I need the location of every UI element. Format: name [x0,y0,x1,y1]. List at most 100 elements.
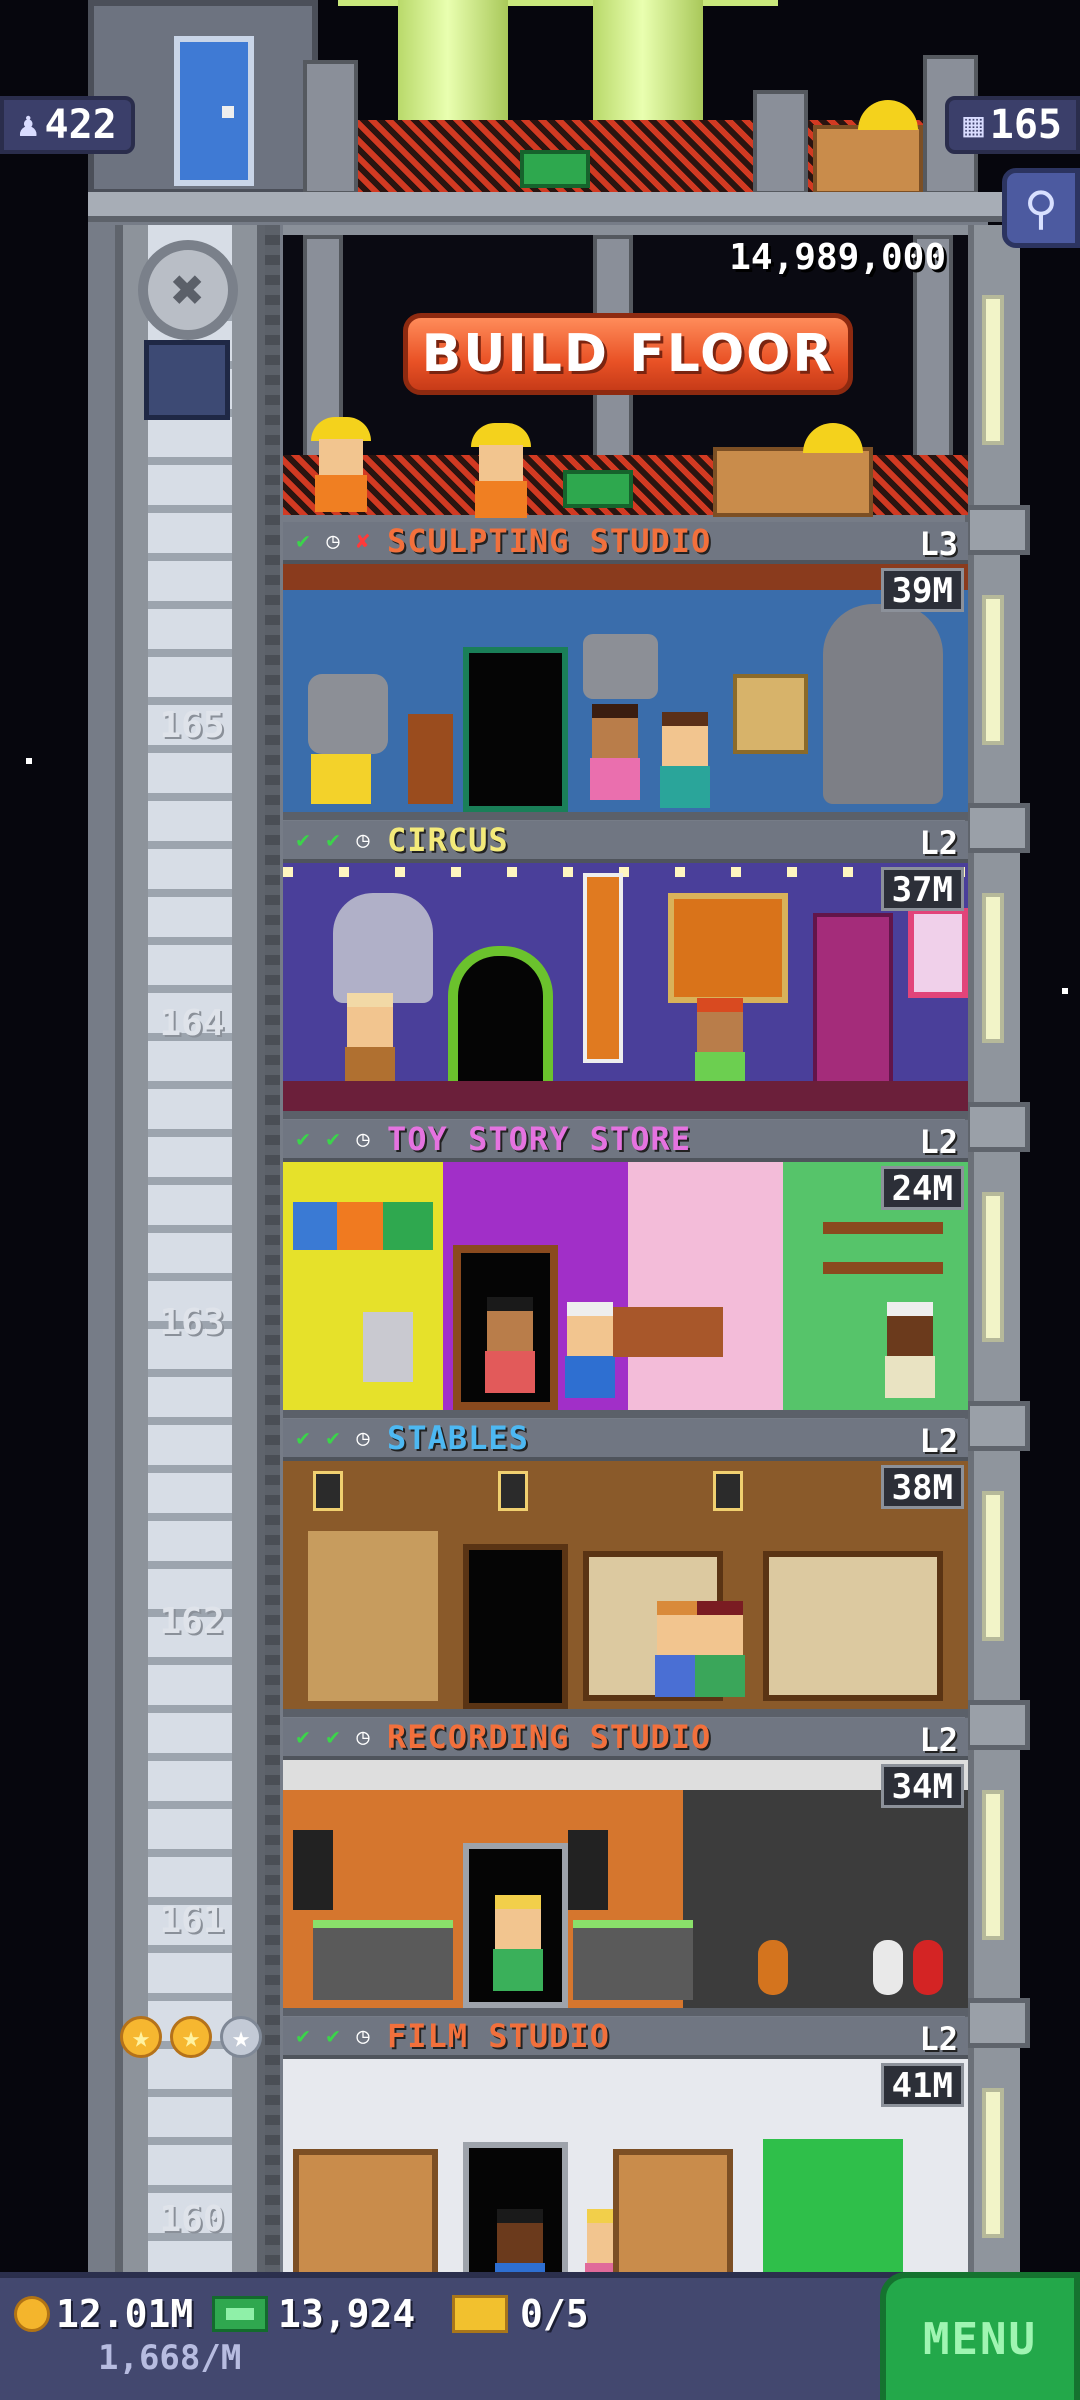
roof-ledge [88,192,1003,222]
poster [583,873,623,1063]
resident [491,1895,545,1991]
floor-count-value: 165 [989,102,1062,148]
window-light [982,1192,1004,1342]
toolbox [563,470,633,508]
ticket-icon [452,2295,508,2333]
window-light [982,2088,1004,2238]
coin-icon [14,2296,50,2332]
search-button[interactable]: ⚲ [1002,168,1080,248]
income-rate: 1,668/M [98,2338,242,2378]
floor-name: RECORDING STUDIO [387,1718,712,1756]
shelf [733,674,808,754]
speaker [293,1830,333,1910]
floor-number: 163 [159,1302,225,1343]
sky-star [26,758,32,764]
population-value: 422 [44,102,117,148]
elevator-star-rating[interactable]: ★ ★ ★ [120,2016,262,2058]
floor-count-counter[interactable]: ▦ 165 [945,96,1080,154]
floor-connector [965,1401,1030,1451]
guitar [873,1940,903,1995]
window-light [982,1790,1004,1940]
coins-counter[interactable]: 12.01M [14,2292,193,2336]
floor-recording-studio[interactable]: ✔ ✔ ◷ RECORDING STUDIO L2 34M [283,1718,968,2016]
floor-level: L2 [919,1422,958,1460]
elevator-wheel-icon: ✖ [138,240,238,340]
resident [588,704,642,800]
tickets-counter[interactable]: 0/5 [452,2292,589,2336]
floor-header: ✔ ✔ ◷ STABLES L2 [283,1419,968,1461]
floor-profit: 24M [880,1166,964,1210]
floor-connector [965,803,1030,853]
toy-blocks-sign [293,1202,433,1250]
floor-room: 39M [283,564,968,820]
resident [883,1302,937,1398]
resident [693,1601,747,1697]
lantern [713,1471,743,1511]
workbench [311,754,371,804]
floor-level: L2 [919,2020,958,2058]
check-icon: ✔ [296,1425,310,1451]
large-sculpture [823,604,943,804]
mixing-desk [313,1920,453,2000]
hardhat [858,100,918,130]
guitar [913,1940,943,1995]
supply-shelf [308,1531,438,1701]
guitar [758,1940,788,1995]
construction-worker [311,417,371,512]
roof-pillar [753,90,808,195]
bux-counter[interactable]: 13,924 [212,2292,415,2336]
toy-shelf [823,1222,943,1234]
check-icon: ✔ [326,2023,340,2049]
window-light [982,893,1004,1043]
floor-profit: 37M [880,867,964,911]
star-empty-icon: ★ [220,2016,262,2058]
build-floor-button[interactable]: BUILD FLOOR [403,313,853,395]
ceiling-trim [283,564,968,590]
lantern [313,1471,343,1511]
resident [563,1302,617,1398]
window-light [982,595,1004,745]
floor-circus[interactable]: ✔ ✔ ◷ CIRCUS L2 37M [283,821,968,1119]
floor-number: 161 [159,1900,225,1941]
star-filled-icon: ★ [120,2016,162,2058]
sculpture-bust [583,634,658,699]
clock-icon: ◷ [326,528,340,554]
floor-stables[interactable]: ✔ ✔ ◷ STABLES L2 38M [283,1419,968,1717]
build-floor-cost: 14,989,000 [729,237,946,278]
clown-painting [908,908,968,998]
floor-toy-story-store[interactable]: ✔ ✔ ◷ TOY STORY STORE L2 24M [283,1120,968,1418]
construction-worker [471,423,531,518]
floor-connector [965,1998,1030,2048]
toy-display-table [613,1307,723,1357]
floor-number: 165 [159,705,225,746]
magnifier-icon: ⚲ [1024,181,1058,235]
window-light [982,295,1004,445]
tickets-value: 0/5 [520,2292,589,2336]
elevator-doorway [463,1544,568,1709]
window-light [982,1491,1004,1641]
roof-pillar [303,60,358,195]
floor-film-studio[interactable]: ✔ ✔ ◷ FILM STUDIO L2 41M [283,2017,968,2315]
clock-icon: ◷ [356,1425,370,1451]
tiger-painting [668,893,788,1003]
floor-sculpting-studio[interactable]: ✔ ◷ ✘ SCULPTING STUDIO L3 39M [283,522,968,820]
floor-room: 38M [283,1461,968,1717]
floor-number: 162 [159,1601,225,1642]
check-icon: ✔ [296,2023,310,2049]
fortune-machine [813,913,893,1103]
lantern [498,1471,528,1511]
floor-profit: 39M [880,568,964,612]
elevator-rail [265,225,280,2275]
floor-header: ✔ ✔ ◷ FILM STUDIO L2 [283,2017,968,2059]
floor-connector [965,1700,1030,1750]
floor-profit: 38M [880,1465,964,1509]
menu-button[interactable]: MENU [880,2272,1080,2400]
elevator-car[interactable]: ✖ [128,240,246,440]
supply-crate [713,447,873,517]
star-filled-icon: ★ [170,2016,212,2058]
bux-icon [212,2296,268,2332]
floor-number: 160 [159,2199,225,2240]
check-icon: ✔ [296,1126,310,1152]
floor-profit: 34M [880,1764,964,1808]
population-counter[interactable]: ♟ 422 [0,96,135,154]
